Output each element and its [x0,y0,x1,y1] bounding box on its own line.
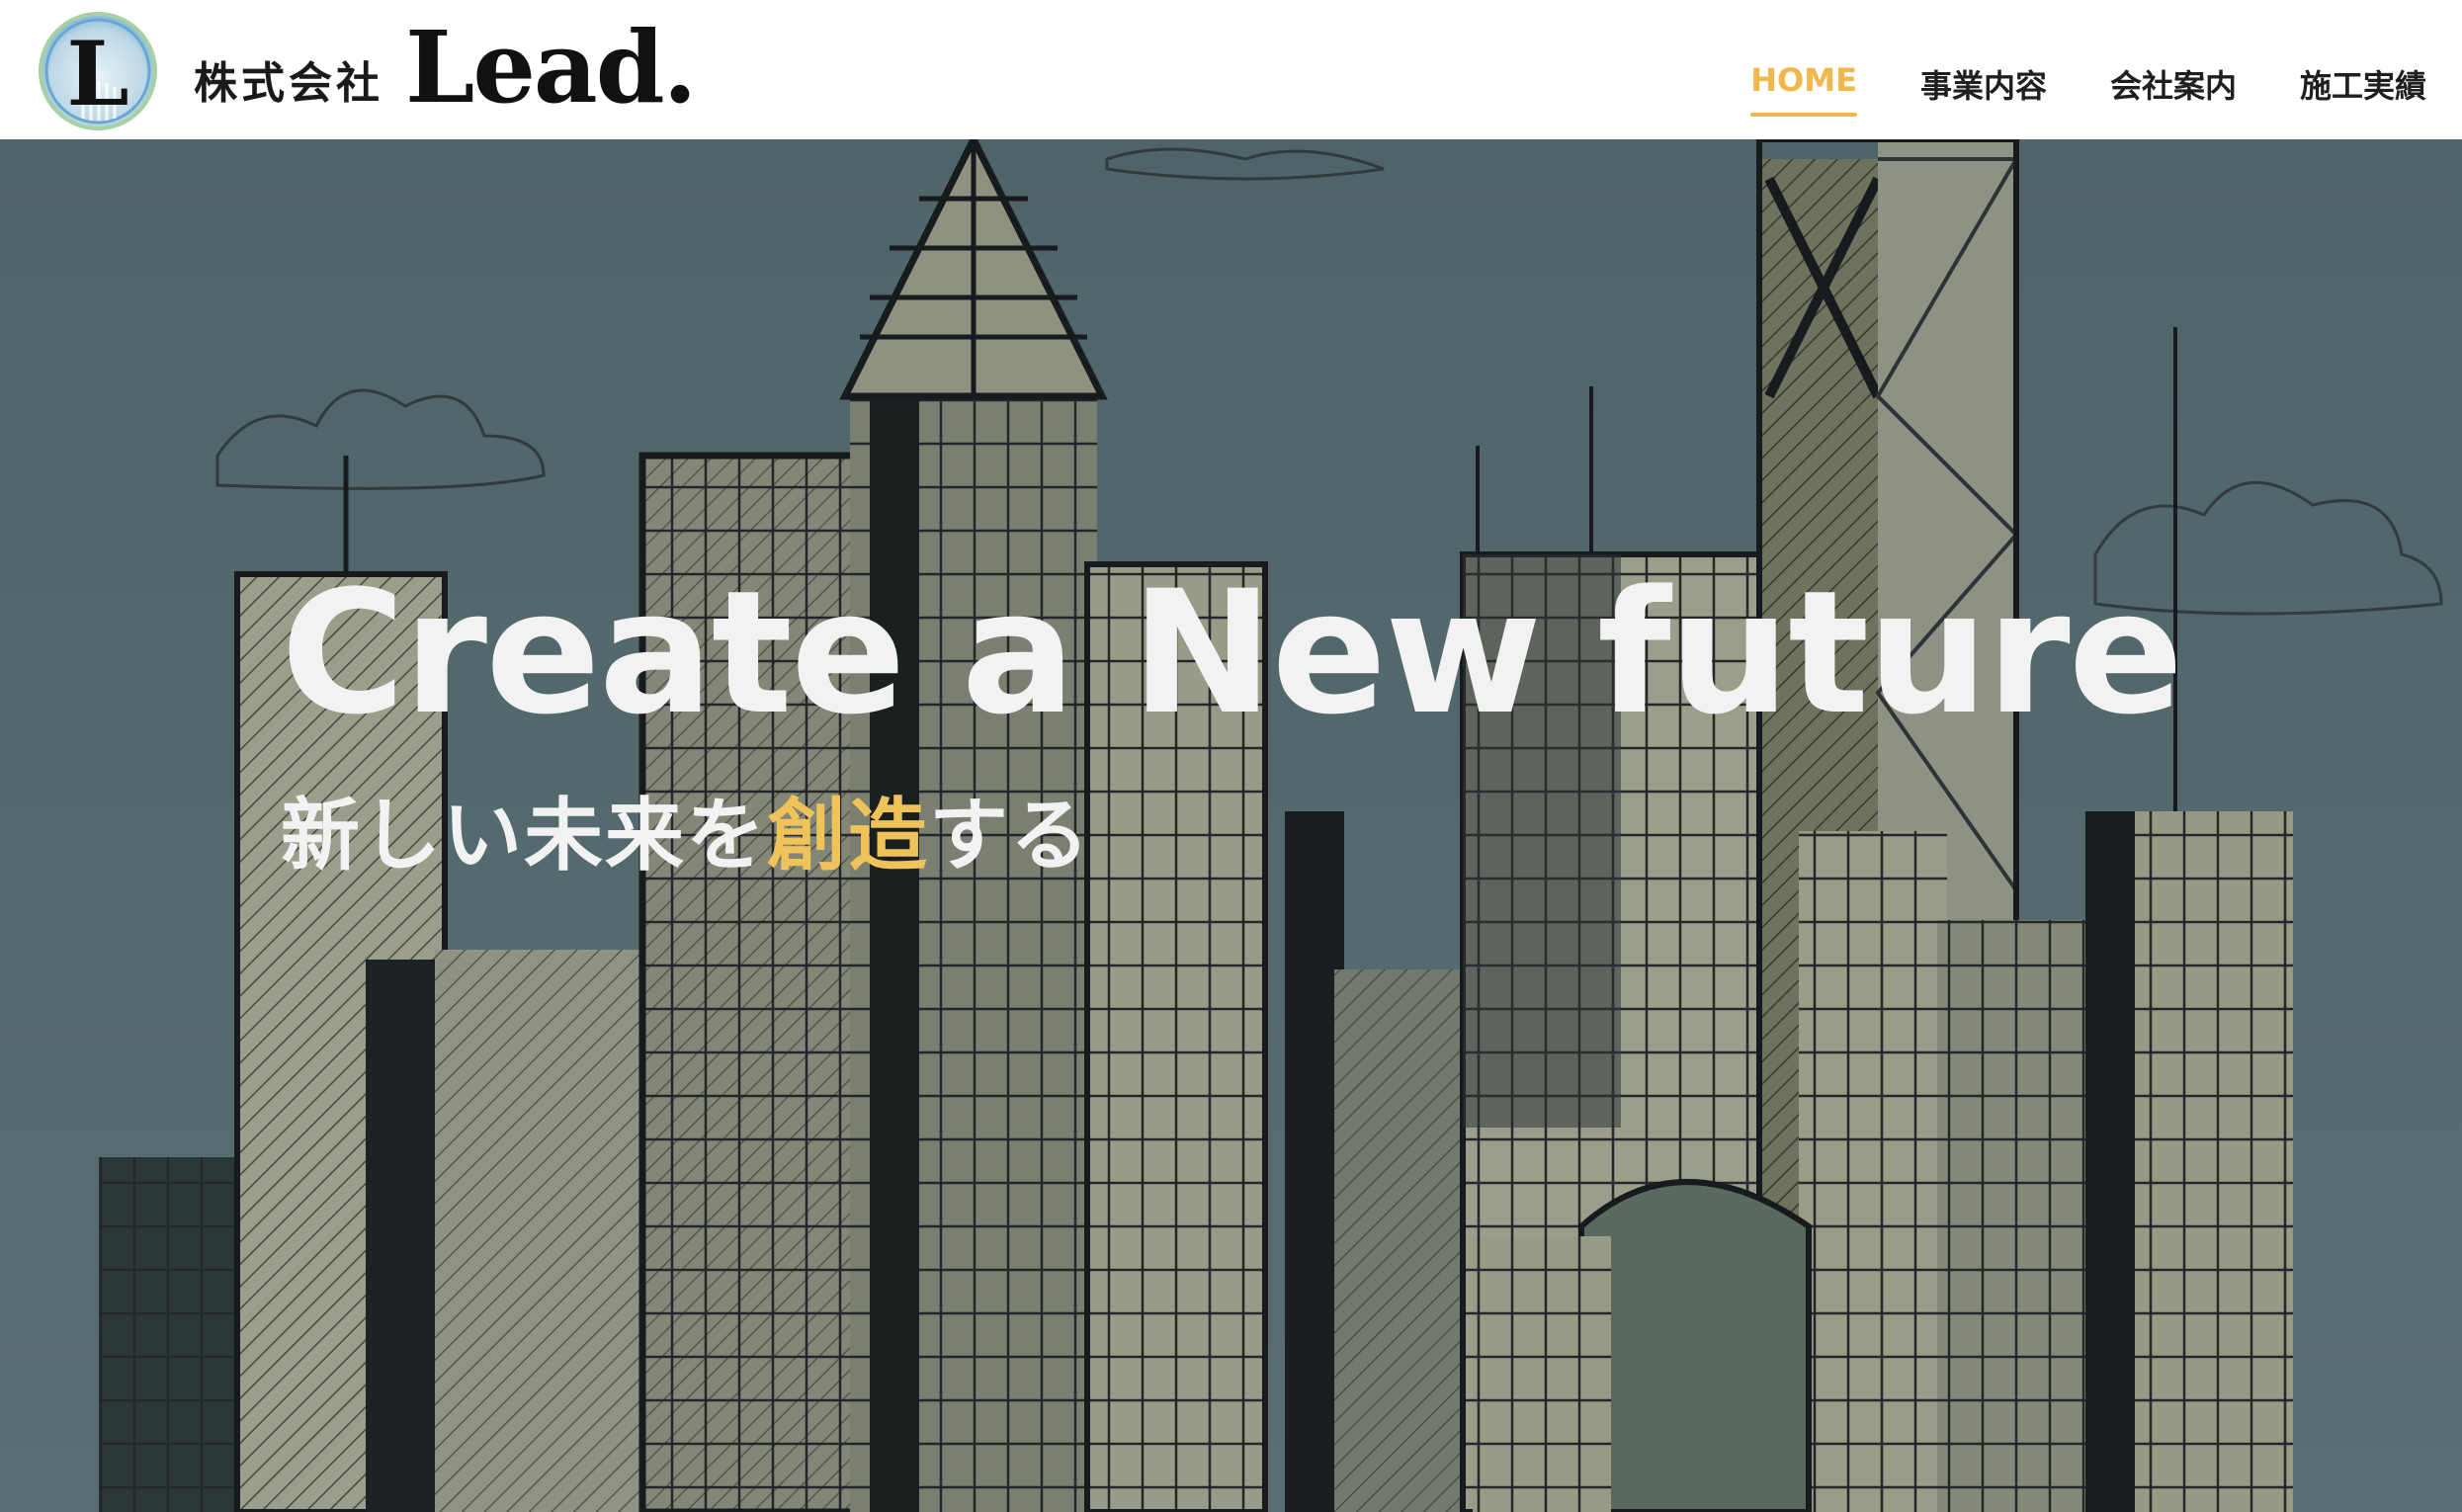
main-nav: HOME 事業内容 会社案内 施工実績 [1687,61,2426,117]
nav-item-business[interactable]: 事業内容 [1920,61,2047,117]
company-logo-icon[interactable]: L [36,10,160,132]
nav-item-company[interactable]: 会社案内 [2110,61,2237,117]
company-name-jp: 株式会社 [194,58,383,109]
site-header: L 株式会社 Lead. HOME 事業内容 会社案内 施工実績 [0,0,2462,139]
hero-subheadline: 新しい未来を創造する [281,772,1091,886]
subline-after: する [929,790,1091,882]
hero-headline: Create a New future [281,553,2183,752]
company-name-en[interactable]: Lead. [405,18,697,117]
hero-section: Create a New future 新しい未来を創造する [0,139,2462,1512]
subline-accent: 創造 [767,790,929,882]
subline-before: 新しい未来を [281,790,767,882]
nav-item-home[interactable]: HOME [1750,61,1857,117]
logo-letter: L [66,22,128,126]
nav-item-works[interactable]: 施工実績 [2300,61,2426,117]
